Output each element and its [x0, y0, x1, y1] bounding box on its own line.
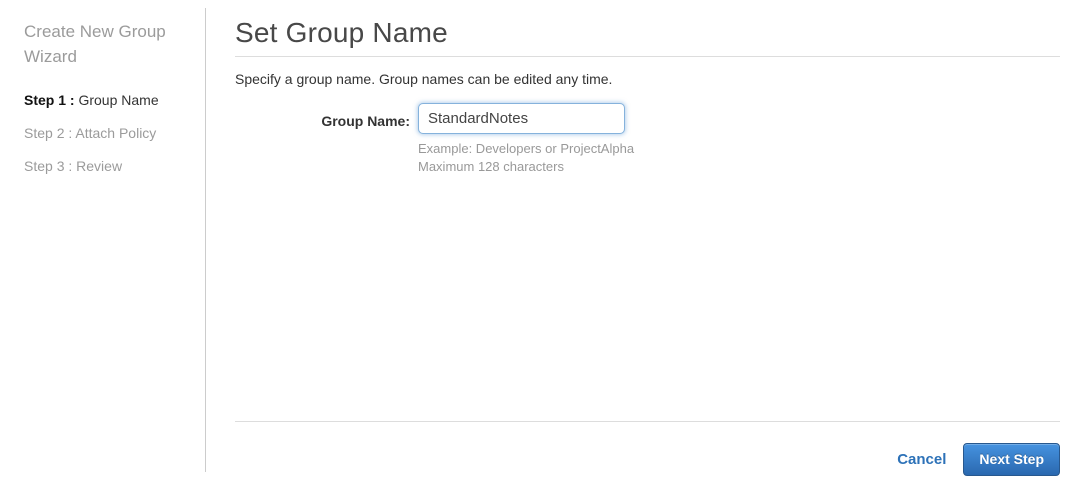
create-group-wizard-page: Create New Group Wizard Step 1 : Group N…	[0, 0, 1073, 480]
sidebar-divider	[205, 8, 206, 472]
step-number: Step 3 :	[24, 158, 73, 174]
step-label: Group Name	[74, 92, 159, 108]
next-step-button[interactable]: Next Step	[963, 443, 1060, 476]
group-name-field-col: Example: Developers or ProjectAlpha Maxi…	[418, 103, 634, 176]
group-name-form-row: Group Name: Example: Developers or Proje…	[235, 103, 1060, 176]
footer-divider	[235, 421, 1060, 422]
wizard-step-review: Step 3 : Review	[24, 158, 185, 174]
step-number: Step 1 :	[24, 92, 75, 108]
page-description: Specify a group name. Group names can be…	[235, 71, 613, 87]
wizard-sidebar: Create New Group Wizard Step 1 : Group N…	[0, 0, 205, 480]
title-divider	[235, 56, 1060, 57]
step-label: Review	[72, 158, 123, 174]
step-label: Attach Policy	[72, 125, 157, 141]
group-name-example-hint: Example: Developers or ProjectAlpha	[418, 141, 635, 156]
footer-actions: Cancel Next Step	[897, 443, 1060, 476]
wizard-title: Create New Group Wizard	[24, 22, 166, 66]
wizard-step-attach-policy: Step 2 : Attach Policy	[24, 125, 185, 141]
cancel-button[interactable]: Cancel	[897, 451, 946, 468]
main-panel: Set Group Name Specify a group name. Gro…	[235, 0, 1060, 480]
step-number: Step 2 :	[24, 125, 73, 141]
group-name-label: Group Name:	[321, 113, 410, 129]
wizard-step-group-name: Step 1 : Group Name	[24, 92, 185, 108]
group-name-max-hint: Maximum 128 characters	[418, 159, 564, 174]
page-title: Set Group Name	[235, 17, 448, 48]
group-name-input[interactable]	[418, 103, 625, 134]
